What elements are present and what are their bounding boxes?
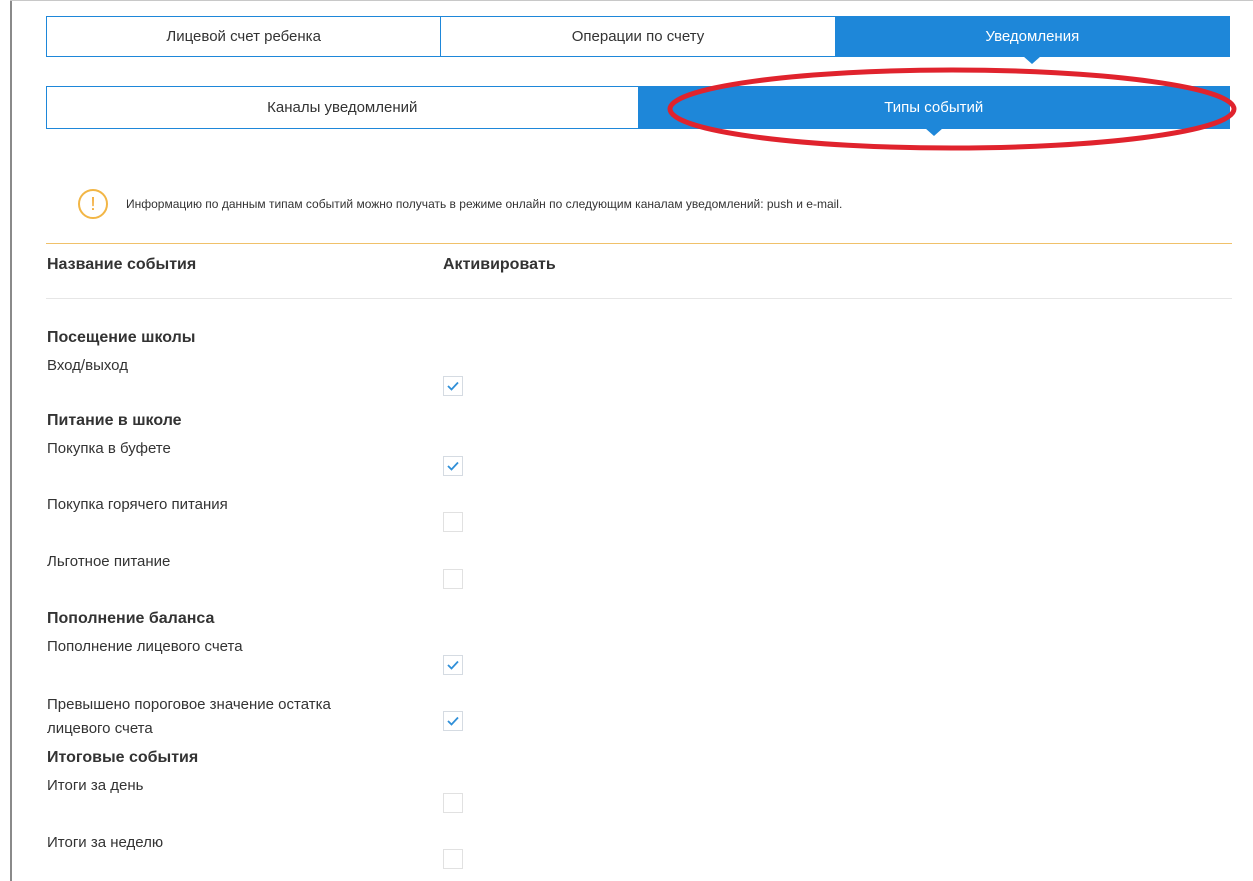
event-label-balance-threshold-exceeded: Превышено пороговое значение остатка лиц… [47, 696, 331, 737]
event-label-daily-summary: Итоги за день [47, 777, 144, 794]
event-label-buffet-purchase: Покупка в буфете [47, 440, 171, 457]
tab-label: Каналы уведомлений [267, 99, 418, 116]
event-label-entry-exit: Вход/выход [47, 357, 128, 374]
section-title-school-meals: Питание в школе [47, 412, 182, 429]
checkmark-icon [447, 461, 459, 471]
info-message: ! Информацию по данным типам событий мож… [78, 189, 842, 219]
tab-child-account[interactable]: Лицевой счет ребенка [46, 16, 442, 57]
event-label-hot-meal-purchase: Покупка горячего питания [47, 496, 228, 513]
tab-event-types[interactable]: Типы событий [638, 86, 1230, 136]
section-title-summary-events: Итоговые события [47, 749, 199, 766]
sub-tabs: Каналы уведомлений Типы событий [46, 86, 1230, 136]
checkbox-buffet-purchase[interactable] [443, 456, 463, 476]
exclamation-icon: ! [78, 189, 108, 219]
event-label-account-top-up: Пополнение лицевого счета [47, 638, 243, 655]
window-frame-top [10, 0, 1253, 1]
tab-label: Операции по счету [571, 28, 705, 45]
main-tabs: Лицевой счет ребенка Операции по счету У… [46, 16, 1230, 64]
checkbox-account-top-up[interactable] [443, 655, 463, 675]
checkbox-hot-meal-purchase[interactable] [443, 512, 463, 532]
checkbox-balance-threshold-exceeded[interactable] [443, 711, 463, 731]
checkmark-icon [447, 381, 459, 391]
checkbox-entry-exit[interactable] [443, 376, 463, 396]
section-title-school-attendance: Посещение школы [47, 329, 196, 346]
tab-notification-channels[interactable]: Каналы уведомлений [46, 86, 639, 129]
checkmark-icon [447, 716, 459, 726]
checkbox-daily-summary[interactable] [443, 793, 463, 813]
window-frame-left [10, 0, 12, 881]
tab-label: Уведомления [985, 28, 1080, 45]
checkbox-subsidized-meals[interactable] [443, 569, 463, 589]
event-label-weekly-summary: Итоги за неделю [47, 834, 164, 851]
column-header-activate: Активировать [443, 256, 556, 273]
checkbox-weekly-summary[interactable] [443, 849, 463, 869]
section-title-balance-top-up: Пополнение баланса [47, 610, 215, 627]
divider [46, 243, 1232, 244]
event-label-subsidized-meals: Льготное питание [47, 553, 171, 570]
tab-label: Лицевой счет ребенка [166, 28, 321, 45]
tab-account-operations[interactable]: Операции по счету [441, 16, 836, 57]
tab-notifications[interactable]: Уведомления [835, 16, 1230, 64]
info-text: Информацию по данным типам событий можно… [126, 197, 843, 211]
tab-label: Типы событий [884, 99, 984, 116]
checkmark-icon [447, 660, 459, 670]
divider [46, 298, 1232, 299]
column-header-event-name: Название события [47, 256, 197, 273]
